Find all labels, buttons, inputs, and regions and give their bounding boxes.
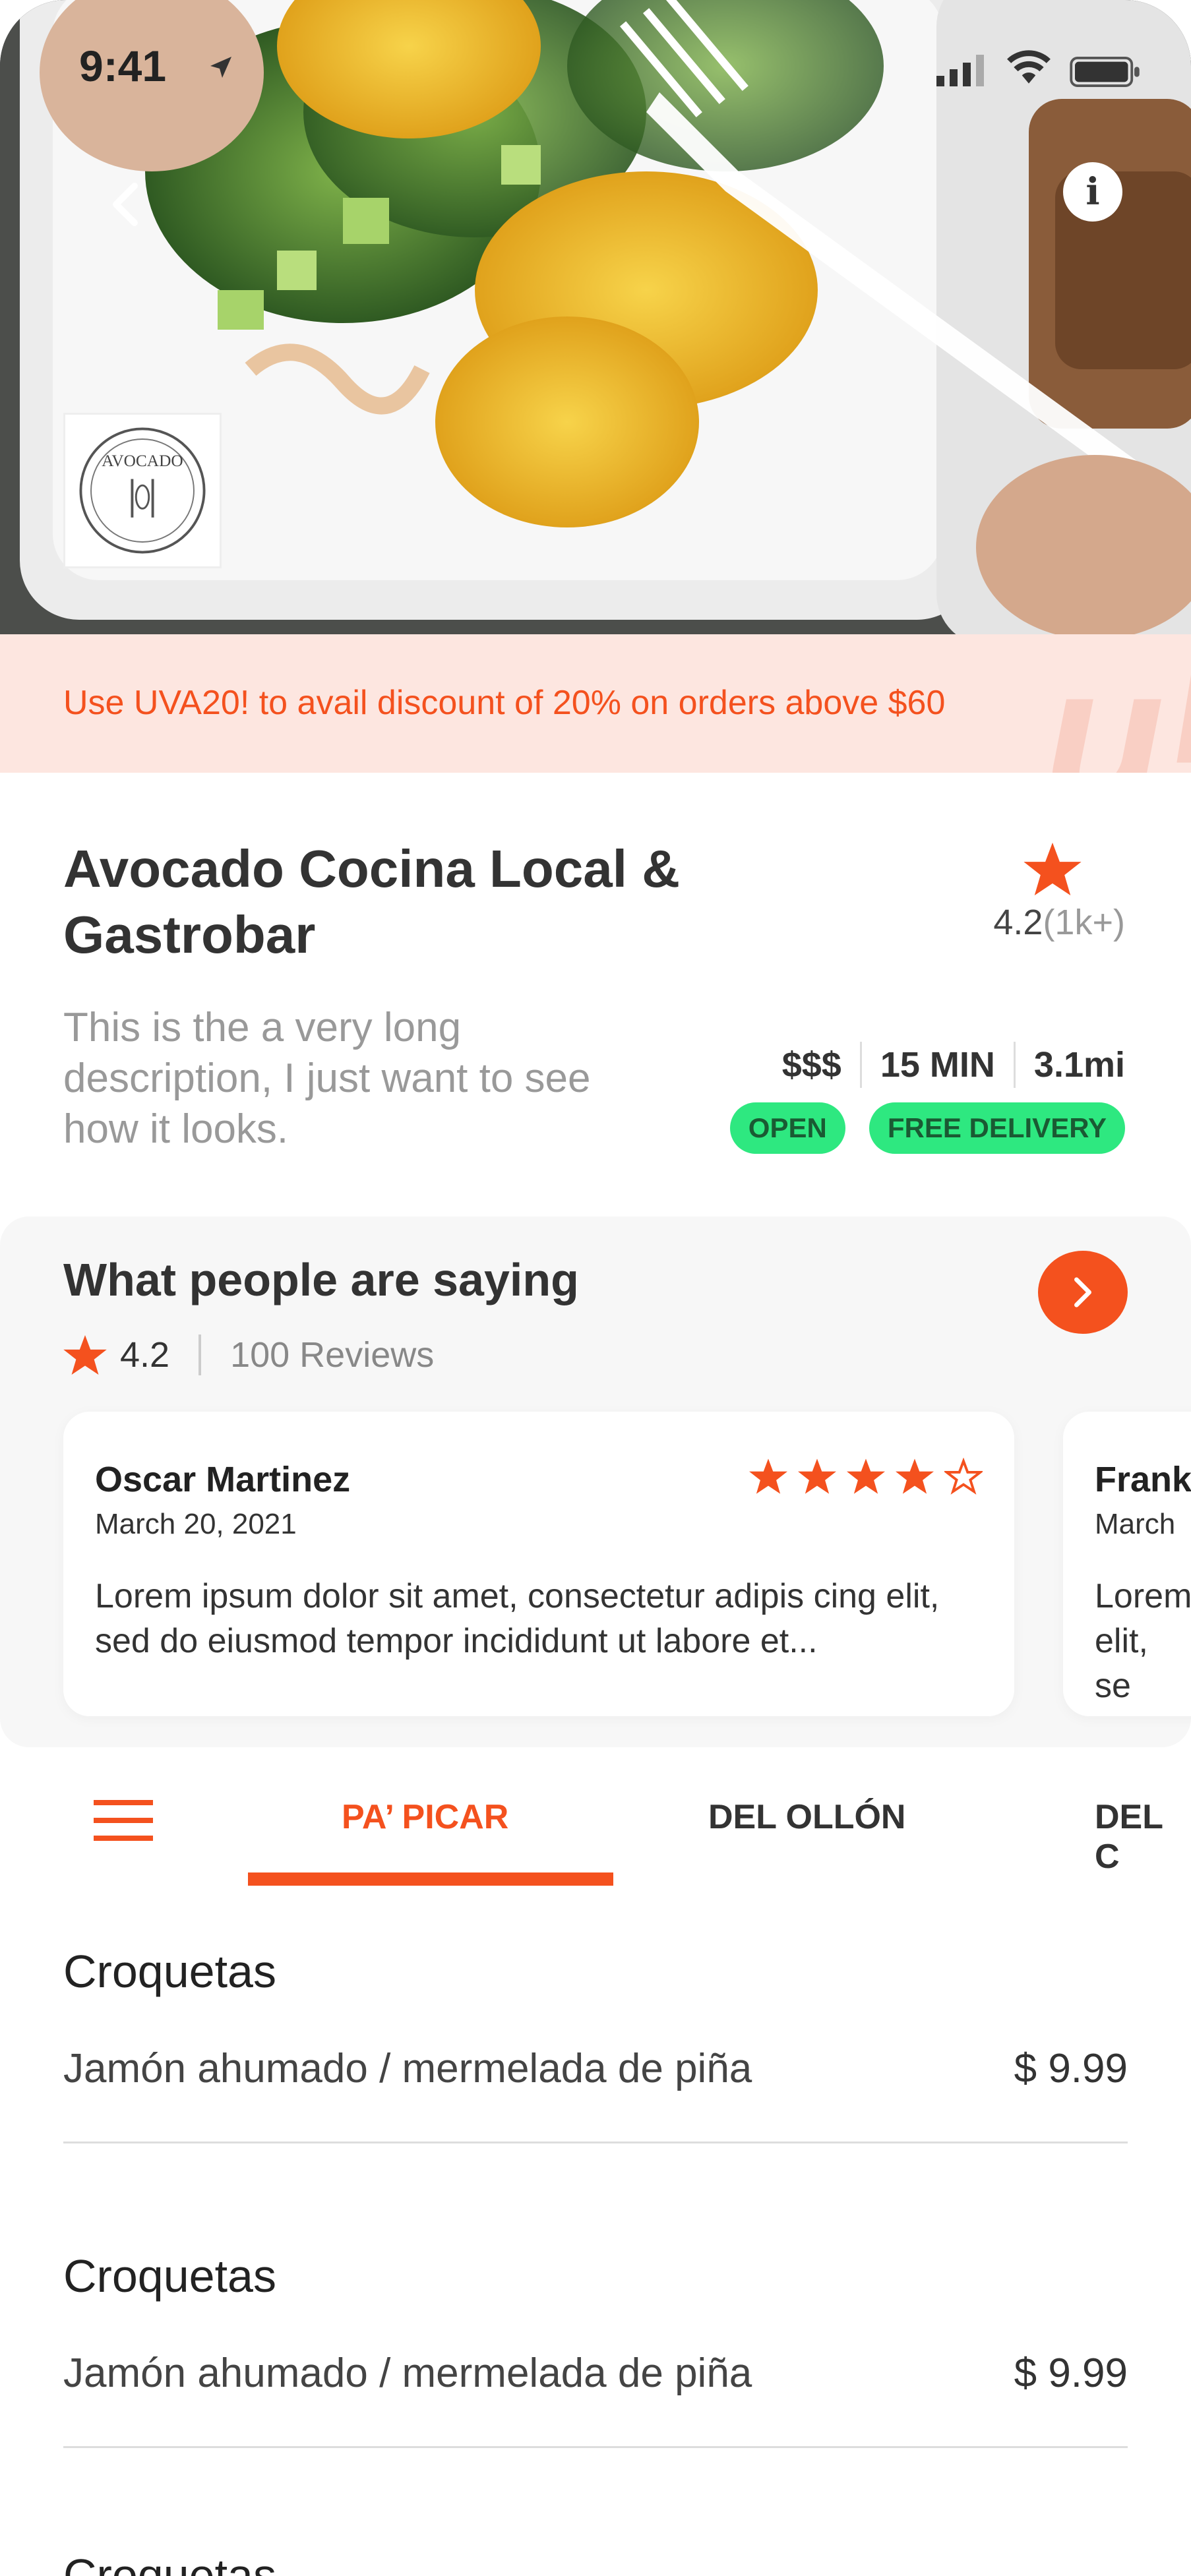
price-level: $$$	[781, 1045, 841, 1085]
reviews-rating: 4.2	[120, 1335, 170, 1375]
review-text: Lorem elit, se	[1095, 1577, 1191, 1705]
star-filled-icon	[896, 1458, 934, 1494]
chevron-right-icon	[1074, 1277, 1091, 1307]
tab-pa-picar[interactable]: PA’ PICAR	[342, 1797, 508, 1837]
rating-number: 4.2	[993, 903, 1043, 942]
menu-item-divider	[63, 2142, 1128, 2143]
reviewer-name: Oscar Martinez	[95, 1460, 351, 1499]
menu-item-price: $ 9.99	[1014, 2351, 1128, 2396]
menu-item-name: Croquetas	[63, 2550, 276, 2576]
distance: 3.1mi	[1033, 1045, 1125, 1085]
meta-divider	[859, 1042, 862, 1088]
review-text: Lorem ipsum dolor sit amet, consectetur …	[95, 1577, 940, 1660]
location-arrow-icon	[210, 57, 231, 78]
open-badge: OPEN	[729, 1102, 845, 1154]
status-bar: 9:41	[0, 0, 1191, 145]
reviews-summary: 4.2 100 Reviews	[63, 1330, 434, 1380]
status-time: 9:41	[79, 42, 167, 90]
battery-icon	[1070, 57, 1140, 87]
menu-item-description: Jamón ahumado / mermelada de piña	[63, 2351, 752, 2396]
hero-image: 9:41 i AVOCADO	[0, 0, 1191, 634]
star-filled-icon	[749, 1458, 787, 1494]
active-tab-indicator	[248, 1872, 613, 1886]
menu-tabs: PA’ PICAR DEL OLLÓN DEL C	[0, 1747, 1191, 1886]
wifi-icon	[1007, 50, 1051, 84]
menu-item[interactable]: Croquetas Jamón ahumado / mermelada de p…	[63, 2250, 1128, 2448]
back-chevron-icon[interactable]	[106, 178, 145, 231]
reviews-next-button[interactable]	[1038, 1251, 1128, 1334]
menu-item-price: $ 9.99	[1014, 2046, 1128, 2091]
info-icon: i	[1085, 170, 1100, 214]
status-badges: OPEN FREE DELIVERY	[729, 1102, 1125, 1154]
cellular-signal-icon	[936, 55, 984, 86]
svg-text:AVOCADO: AVOCADO	[102, 452, 183, 470]
restaurant-description: This is the a very long description, I j…	[63, 1005, 591, 1152]
rating-count: (1k+)	[1043, 903, 1125, 942]
free-delivery-badge: FREE DELIVERY	[869, 1102, 1125, 1154]
restaurant-meta: $$$ 15 MIN 3.1mi	[782, 1042, 1125, 1088]
meta-divider	[1013, 1042, 1016, 1088]
tab-del-ollon[interactable]: DEL OLLÓN	[708, 1797, 905, 1837]
delivery-time: 15 MIN	[880, 1045, 995, 1085]
app-screen: 9:41 i AVOCADO u Use UVA20! to avail dis…	[0, 0, 1191, 2576]
tab-del-c[interactable]: DEL C	[1095, 1797, 1191, 1876]
promo-banner[interactable]: u! Use UVA20! to avail discount of 20% o…	[0, 634, 1191, 773]
star-filled-icon	[798, 1458, 836, 1494]
menu-item[interactable]: Croquetas Jamón ahumado / mermelada de p…	[63, 1945, 1128, 2143]
hamburger-menu-icon[interactable]	[94, 1800, 153, 1841]
star-outline-icon	[944, 1458, 983, 1495]
summary-divider	[198, 1334, 202, 1375]
reviews-heading: What people are saying	[63, 1254, 579, 1305]
star-filled-icon	[847, 1458, 885, 1494]
review-card[interactable]: Frank March Lorem elit, se	[1063, 1412, 1191, 1716]
reviews-count: 100 Reviews	[230, 1335, 435, 1375]
menu-item-description: Jamón ahumado / mermelada de piña	[63, 2046, 752, 2091]
promo-watermark: u!	[1043, 634, 1191, 773]
info-button[interactable]: i	[1063, 162, 1122, 222]
rating-star-icon	[1023, 843, 1082, 895]
review-stars	[749, 1458, 983, 1495]
menu-item-name: Croquetas	[63, 2250, 276, 2302]
review-card[interactable]: Oscar Martinez March 20, 2021 Lorem ipsu…	[63, 1412, 1014, 1716]
menu-item-divider	[63, 2446, 1128, 2448]
menu-item-name: Croquetas	[63, 1946, 276, 1997]
restaurant-logo: AVOCADO	[63, 413, 222, 568]
restaurant-rating: 4.2(1k+)	[993, 902, 1125, 943]
star-icon	[63, 1335, 107, 1375]
reviewer-name: Frank	[1095, 1460, 1191, 1499]
menu-item[interactable]: Croquetas	[63, 2549, 1128, 2576]
restaurant-name: Avocado Cocina Local & Gastrobar	[63, 839, 680, 964]
promo-text: Use UVA20! to avail discount of 20% on o…	[63, 684, 946, 722]
reviews-section: What people are saying 4.2 100 Reviews O…	[0, 1216, 1191, 1747]
review-date: March	[1095, 1508, 1176, 1540]
review-date: March 20, 2021	[95, 1508, 297, 1540]
